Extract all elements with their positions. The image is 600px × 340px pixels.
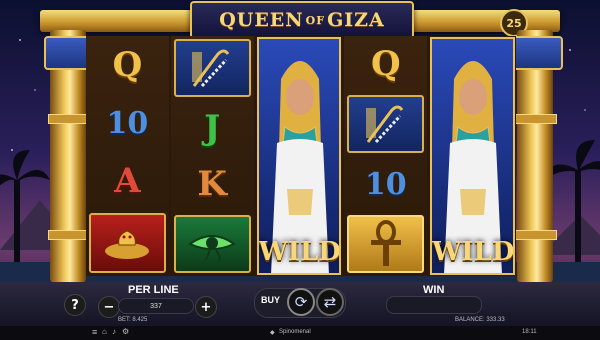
settings-icon[interactable]: ⚙: [122, 327, 129, 336]
symbol-q: Q: [370, 44, 401, 84]
reel-2: J K: [170, 36, 254, 276]
palm-right: [545, 140, 600, 280]
symbol-k: K: [197, 164, 227, 204]
eye-of-horus-icon: [188, 235, 237, 263]
sound-icon[interactable]: ♪: [112, 327, 116, 336]
per-line-value: 337: [118, 298, 194, 314]
pillar-band: [48, 230, 90, 240]
symbol-j: J: [204, 108, 221, 148]
status-bar: ≡ ⌂ ♪ ⚙ BET: 8.425 ◆ Spinomenal BALANCE:…: [0, 317, 600, 340]
pillar-band: [48, 114, 90, 124]
logo-word-queen: QUEEN: [219, 9, 304, 31]
brand-text: Spinomenal: [279, 329, 311, 335]
spin-button[interactable]: ⟳: [287, 288, 315, 316]
symbol-10: 10: [106, 105, 149, 141]
reel-1: Q 10 A: [86, 36, 169, 276]
reel-4: Q 10: [344, 36, 428, 276]
wild-label: WILD: [258, 237, 341, 267]
increase-bet-button[interactable]: +: [195, 296, 217, 318]
reel-grid: Q 10 A J K WILD Q 10 WILD: [86, 36, 516, 276]
crook-and-flail-icon: [365, 105, 404, 144]
per-line-label: PER LINE: [128, 284, 179, 296]
bet-text: BET: 8.425: [118, 317, 148, 323]
balance-text: BALANCE: 333.33: [455, 317, 505, 323]
buy-button[interactable]: BUY: [261, 295, 280, 305]
wild-reel-5: WILD: [430, 37, 515, 275]
win-value: [386, 296, 482, 314]
autoplay-button[interactable]: ⇄: [316, 288, 344, 316]
symbol-10: 10: [364, 166, 407, 202]
game-logo: QUEEN OF GIZA: [190, 1, 414, 39]
win-label: WIN: [423, 284, 445, 296]
pillar-capital: [511, 36, 563, 70]
brand-logo: ◆: [270, 330, 275, 336]
logo-word-of: OF: [305, 13, 326, 27]
control-bar: ? − PER LINE 337 + BUY ⟳ ⇄ WIN: [0, 282, 600, 326]
spin-icon: ⟳: [294, 293, 308, 311]
game-screen: QUEEN OF GIZA 25 Q 10 A J K WILD Q 10 WI…: [0, 0, 600, 340]
logo-word-giza: GIZA: [327, 9, 385, 31]
eye-of-horus-symbol: [173, 215, 251, 273]
wild-label: WILD: [432, 237, 515, 267]
help-button[interactable]: ?: [64, 294, 86, 316]
home-icon[interactable]: ⌂: [102, 327, 107, 336]
cobra-icon: [105, 230, 150, 259]
symbol-a: A: [114, 161, 141, 201]
pharaoh-symbol: [173, 39, 251, 97]
decrease-bet-button[interactable]: −: [98, 296, 120, 318]
crook-and-flail-icon: [192, 49, 230, 88]
ankh-icon: [370, 220, 401, 266]
ankh-symbol: [347, 215, 425, 273]
pillar-band: [515, 114, 557, 124]
cobra-symbol: [89, 213, 166, 273]
menu-icon[interactable]: ≡: [92, 327, 97, 337]
clock-text: 18:11: [522, 329, 537, 335]
symbol-q: Q: [112, 45, 143, 85]
pillar-left: [44, 30, 96, 282]
pillar-right: [511, 30, 563, 282]
pharaoh-symbol: [347, 95, 425, 153]
autoplay-icon: ⇄: [323, 293, 337, 311]
wild-reel-3: WILD: [256, 37, 342, 275]
pillar-band: [515, 230, 557, 240]
